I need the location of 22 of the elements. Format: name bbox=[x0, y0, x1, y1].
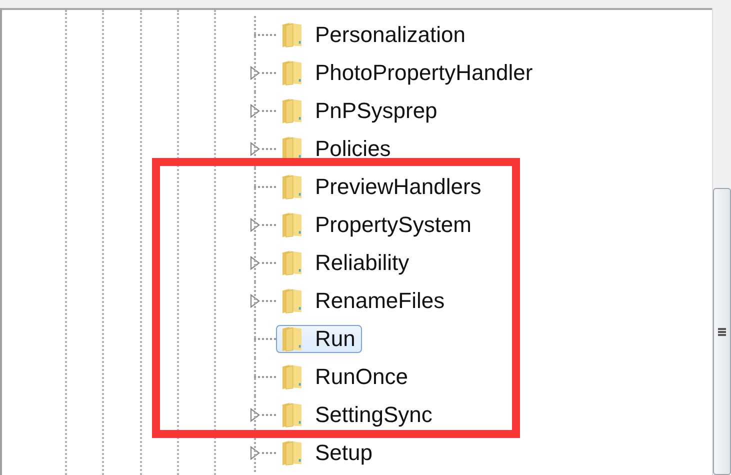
expand-arrow-icon[interactable] bbox=[250, 446, 260, 460]
scrollbar-thumb[interactable] bbox=[713, 188, 731, 475]
expand-arrow-icon[interactable] bbox=[250, 256, 260, 270]
tree-item[interactable]: Policies bbox=[276, 135, 398, 163]
expand-arrow-icon[interactable] bbox=[250, 104, 260, 118]
expand-arrow-icon[interactable] bbox=[250, 294, 260, 308]
tree-item[interactable]: Personalization bbox=[276, 21, 472, 49]
tree-item[interactable]: Reliability bbox=[276, 249, 416, 277]
tree-item[interactable]: Run bbox=[276, 325, 362, 353]
tree-item[interactable]: PropertySystem bbox=[276, 211, 478, 239]
tree-item[interactable]: RunOnce bbox=[276, 363, 415, 391]
tree-item[interactable]: SettingSync bbox=[276, 401, 440, 429]
expand-arrow-icon[interactable] bbox=[250, 218, 260, 232]
scrollbar[interactable] bbox=[712, 8, 731, 475]
tree-item[interactable]: Setup bbox=[276, 439, 380, 467]
tree-item[interactable]: PreviewHandlers bbox=[276, 173, 488, 201]
expand-arrow-icon[interactable] bbox=[250, 142, 260, 156]
tree-item[interactable]: RenameFiles bbox=[276, 287, 452, 315]
expand-arrow-icon[interactable] bbox=[250, 408, 260, 422]
tree-item[interactable]: PnPSysprep bbox=[276, 97, 444, 125]
tree-item[interactable]: PhotoPropertyHandler bbox=[276, 59, 540, 87]
expand-arrow-icon[interactable] bbox=[250, 66, 260, 80]
